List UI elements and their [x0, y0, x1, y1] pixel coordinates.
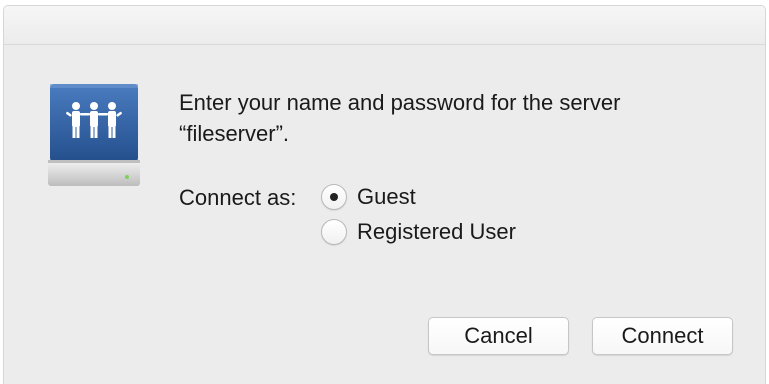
prompt-line-1: Enter your name and password for the ser…: [179, 90, 621, 115]
cancel-button[interactable]: Cancel: [428, 317, 569, 355]
prompt-line-2: “fileserver”.: [179, 121, 290, 146]
registered-user-radio-label[interactable]: Registered User: [357, 218, 516, 246]
registered-user-radio-option[interactable]: Registered User: [321, 218, 516, 246]
login-prompt: Enter your name and password for the ser…: [179, 87, 739, 149]
shared-server-icon: [45, 82, 143, 192]
guest-radio-option[interactable]: Guest: [321, 183, 416, 211]
connect-button[interactable]: Connect: [592, 317, 733, 355]
connect-as-label: Connect as:: [179, 185, 297, 210]
title-bar[interactable]: [4, 6, 765, 45]
registered-user-radio-button[interactable]: [321, 219, 347, 245]
guest-radio-button[interactable]: [321, 184, 347, 210]
login-dialog: Enter your name and password for the ser…: [3, 5, 766, 384]
radio-selected-dot: [330, 193, 338, 201]
guest-radio-label[interactable]: Guest: [357, 183, 416, 211]
